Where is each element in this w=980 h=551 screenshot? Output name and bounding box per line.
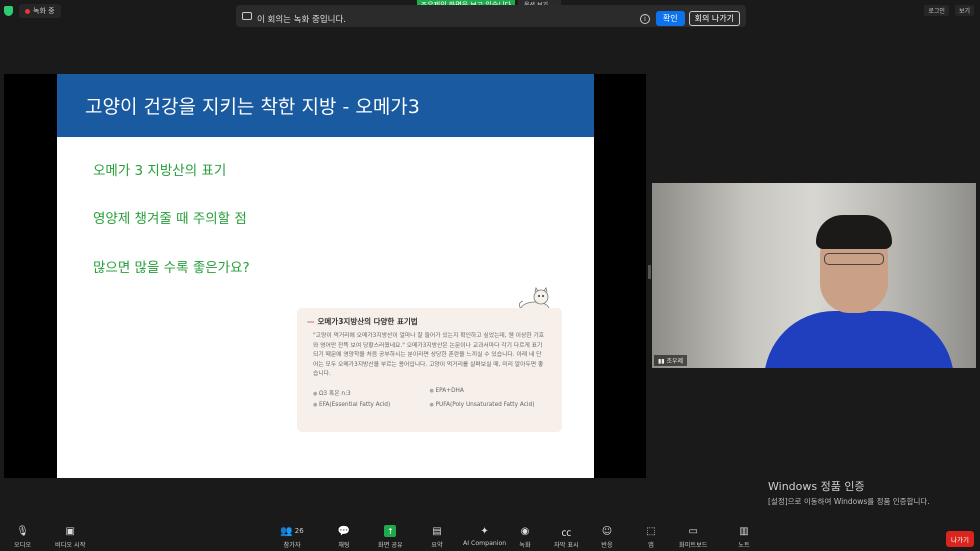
record-label: 녹화 <box>519 542 531 549</box>
summary-button[interactable]: ▤ 요약 <box>431 525 443 550</box>
top-left-status: 녹화 중 <box>4 4 61 18</box>
apps-icon: ⬚ <box>646 525 656 537</box>
info-card: 오메가3지방산의 다양한 표기법 "고양이 먹거리에 오메가3지방산이 얼마나 … <box>297 308 562 432</box>
video-start-button[interactable]: ▣ 비디오 시작 <box>55 525 86 550</box>
person-hair <box>816 215 892 249</box>
chat-button[interactable]: 💬 채팅 <box>337 525 351 550</box>
whiteboard-label: 화이트보드 <box>679 542 708 549</box>
leave-button[interactable]: 나가기 <box>946 531 974 547</box>
participant-video[interactable]: ▮▮ 조우제 <box>652 183 976 368</box>
reactions-label: 반응 <box>601 542 613 549</box>
record-dot-icon <box>25 8 30 14</box>
captions-label: 자막 표시 <box>554 542 579 549</box>
whiteboard-icon: ▭ <box>688 525 698 537</box>
recording-icon <box>242 12 252 20</box>
term-3: EFA(Essential Fatty Acid) <box>313 402 430 408</box>
slide: 고양이 건강을 지키는 착한 지방 - 오메가3 오메가 3 지방산의 표기 영… <box>57 74 594 478</box>
person-glasses <box>824 253 884 265</box>
participants-button[interactable]: 👥 26 참가자 <box>280 525 304 550</box>
participants-icon: 👥 26 <box>280 525 304 537</box>
confirm-button[interactable]: 확인 <box>655 11 685 26</box>
ai-label: AI Companion <box>463 540 507 547</box>
slide-title: 고양이 건강을 지키는 착한 지방 - 오메가3 <box>57 74 594 137</box>
apps-button[interactable]: ⬚ 앱 <box>645 525 657 550</box>
term-2: EPA+DHA <box>430 388 547 397</box>
term-1: Ω3 혹은 n:3 <box>313 388 430 397</box>
record-button[interactable]: ◉ 녹화 <box>519 525 531 550</box>
microphone-muted-icon: 🎙 <box>16 525 29 537</box>
apps-label: 앱 <box>648 542 654 549</box>
meeting-toolbar: 🎙 오디오 ▣ 비디오 시작 👥 26 참가자 💬 채팅 ↑ 화면 공유 ▤ 요약… <box>0 521 980 551</box>
recording-label: 녹화 중 <box>33 7 55 15</box>
cc-icon: ㏄ <box>561 527 572 539</box>
watermark-line-1: Windows 정품 인증 <box>768 480 865 493</box>
participant-name-text: 조우제 <box>666 358 684 365</box>
captions-button[interactable]: ㏄ 자막 표시 <box>554 525 579 550</box>
chat-label: 채팅 <box>338 542 350 549</box>
card-title: 오메가3지방산의 다양한 표기법 <box>307 316 552 327</box>
audio-button[interactable]: 🎙 오디오 <box>14 525 32 550</box>
top-right-controls: 로그인 보기 <box>924 5 974 16</box>
banner-message: 이 회의는 녹화 중입니다. <box>257 15 347 25</box>
sparkle-icon: ✦ <box>480 525 489 537</box>
card-terms: Ω3 혹은 n:3 EPA+DHA EFA(Essential Fatty Ac… <box>307 388 552 408</box>
smiley-icon: ☺ <box>601 525 613 537</box>
summary-icon: ▤ <box>432 525 442 537</box>
participants-count: 26 <box>294 527 304 535</box>
record-icon: ◉ <box>520 525 530 537</box>
ai-companion-button[interactable]: ✦ AI Companion <box>463 525 507 548</box>
leave-meeting-button[interactable]: 회의 나가기 <box>688 11 740 26</box>
view-button[interactable]: 보기 <box>954 5 974 16</box>
notes-label: 노트 <box>738 542 750 549</box>
login-button[interactable]: 로그인 <box>924 5 949 16</box>
resize-handle[interactable] <box>648 265 651 279</box>
video-label: 비디오 시작 <box>55 542 86 549</box>
share-screen-button[interactable]: ↑ 화면 공유 <box>378 525 403 549</box>
card-body: "고양이 먹거리에 오메가3지방산이 얼마나 잘 들어가 있는지 확인하고 싶었… <box>313 333 545 377</box>
recording-banner: 이 회의는 녹화 중입니다. i 확인 회의 나가기 <box>236 5 746 27</box>
whiteboard-button[interactable]: ▭ 화이트보드 <box>679 525 708 550</box>
audio-label: 오디오 <box>14 542 32 549</box>
share-screen-icon: ↑ <box>384 525 397 537</box>
info-icon[interactable]: i <box>639 13 650 24</box>
shared-screen: 고양이 건강을 지키는 착한 지방 - 오메가3 오메가 3 지방산의 표기 영… <box>4 74 646 478</box>
notes-icon: ▥ <box>739 525 749 537</box>
windows-activation-watermark: Windows 정품 인증 [설정]으로 이동하여 Windows를 정품 인증… <box>768 478 930 507</box>
reactions-button[interactable]: ☺ 반응 <box>601 525 613 550</box>
slide-item-3: 많으면 많을 수록 좋은가요? <box>93 260 250 276</box>
share-label: 화면 공유 <box>378 542 403 549</box>
slide-item-2: 영양제 챙겨줄 때 주의할 점 <box>93 211 247 227</box>
camera-off-icon: ▣ <box>65 525 75 537</box>
watermark-line-2: [설정]으로 이동하여 Windows를 정품 인증합니다. <box>768 497 930 506</box>
term-4: PUFA(Poly Unsaturated Fatty Acid) <box>430 402 547 408</box>
shield-icon[interactable] <box>4 6 13 16</box>
recording-indicator[interactable]: 녹화 중 <box>19 4 61 18</box>
notes-button[interactable]: ▥ 노트 <box>738 525 750 550</box>
summary-label: 요약 <box>431 542 443 549</box>
chat-icon: 💬 <box>337 525 351 537</box>
slide-item-1: 오메가 3 지방산의 표기 <box>93 163 227 179</box>
participants-label: 참가자 <box>283 542 301 549</box>
participant-name: ▮▮ 조우제 <box>654 355 688 366</box>
